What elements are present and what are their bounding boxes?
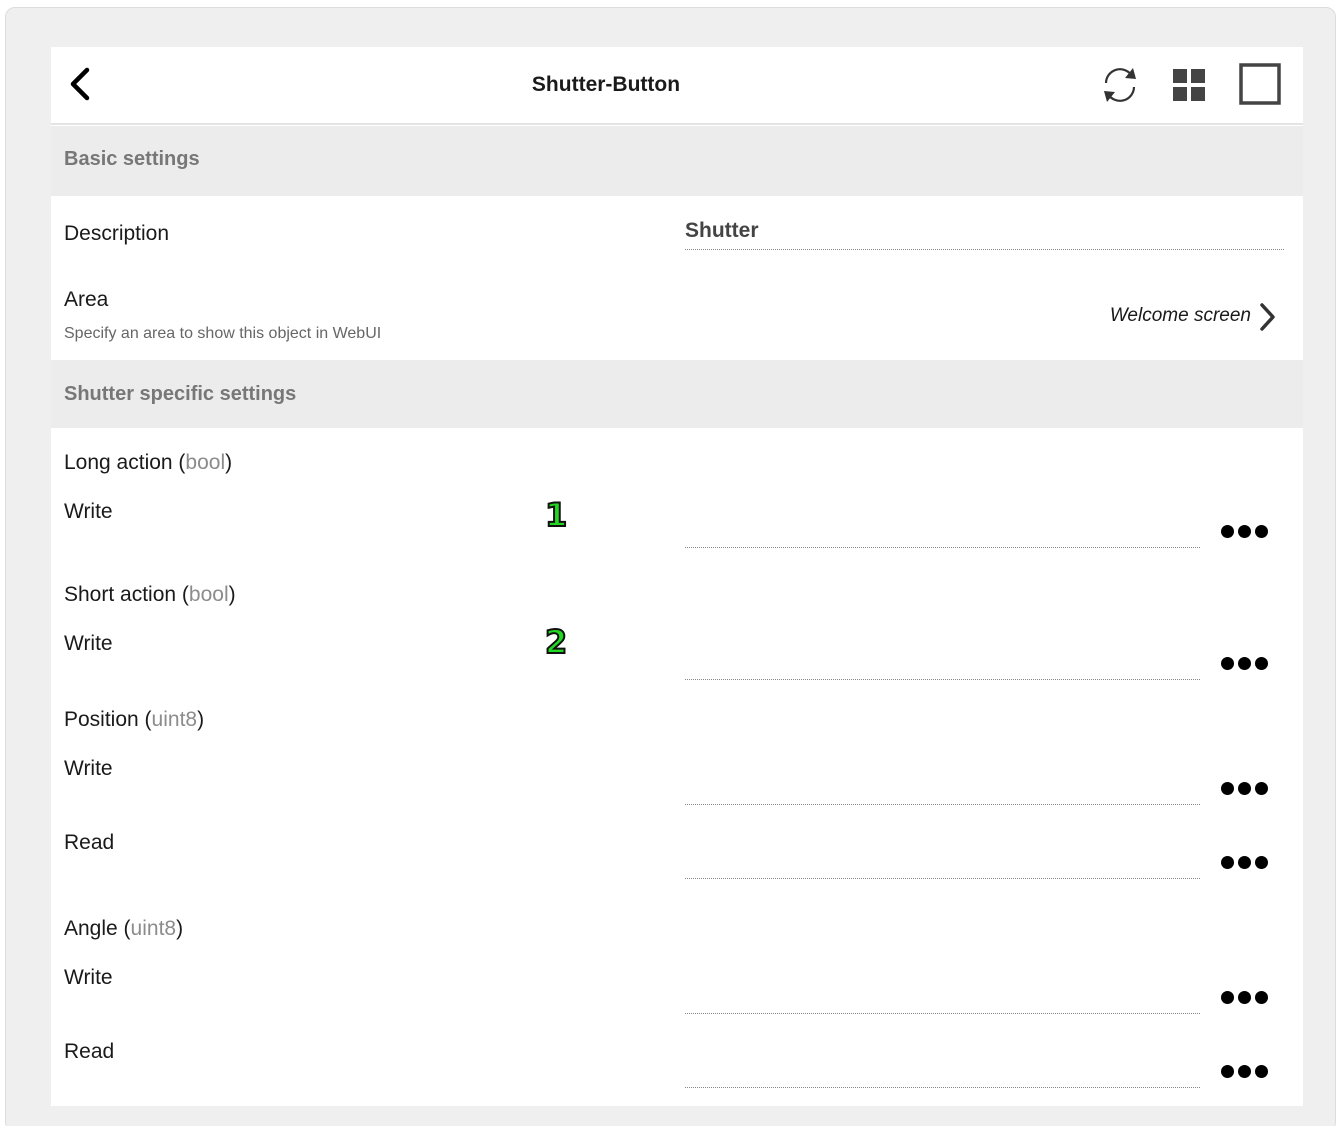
section-title: Shutter specific settings — [64, 383, 297, 405]
refresh-icon — [1104, 68, 1136, 102]
short-action-heading: Short action (bool) — [64, 583, 236, 606]
description-field[interactable]: Shutter — [685, 217, 1284, 250]
area-label: Area — [64, 288, 109, 311]
angle-write-more-button[interactable] — [1221, 987, 1271, 1007]
fullscreen-button[interactable] — [1239, 63, 1281, 105]
long-action-write-input[interactable] — [685, 524, 1200, 548]
angle-read-input[interactable] — [685, 1064, 1200, 1088]
position-name: Position — [64, 708, 139, 731]
long-action-write-more-button[interactable] — [1221, 521, 1271, 541]
section-title: Basic settings — [64, 148, 200, 170]
short-action-write-input[interactable] — [685, 656, 1200, 680]
position-read-more-button[interactable] — [1221, 852, 1271, 872]
fullscreen-icon — [1239, 63, 1281, 105]
short-action-name: Short action — [64, 583, 177, 606]
position-read-input[interactable] — [685, 855, 1200, 879]
position-read-label: Read — [64, 831, 115, 854]
refresh-button[interactable] — [1098, 63, 1142, 107]
angle-read-more-button[interactable] — [1221, 1061, 1271, 1081]
section-shutter-settings: Shutter specific settings — [51, 360, 1303, 428]
short-action-write-label: Write — [64, 632, 113, 655]
long-action-write-label: Write — [64, 500, 113, 523]
long-action-heading: Long action (bool) — [64, 451, 233, 474]
angle-write-input[interactable] — [685, 990, 1200, 1014]
angle-name: Angle — [64, 917, 118, 940]
annotation-marker-1: 1 — [544, 495, 568, 535]
angle-read-label: Read — [64, 1040, 115, 1063]
short-action-type: bool — [188, 583, 229, 606]
grid-icon — [1173, 69, 1205, 101]
annotation-marker-2: 2 — [544, 622, 568, 662]
long-action-name: Long action — [64, 451, 173, 474]
position-write-more-button[interactable] — [1221, 778, 1271, 798]
header-bar: Shutter-Button — [51, 47, 1303, 125]
area-value: Welcome screen — [1109, 305, 1251, 326]
settings-panel: Shutter-Button Basic settings Descriptio… — [51, 47, 1303, 1106]
area-selector[interactable]: Welcome screen — [951, 297, 1291, 337]
position-write-label: Write — [64, 757, 113, 780]
chevron-right-icon — [1260, 303, 1275, 331]
page-title: Shutter-Button — [531, 73, 681, 96]
angle-heading: Angle (uint8) — [64, 917, 184, 940]
position-write-input[interactable] — [685, 781, 1200, 805]
area-hint: Specify an area to show this object in W… — [64, 325, 382, 342]
long-action-type: bool — [185, 451, 226, 474]
window-frame: Shutter-Button Basic settings Descriptio… — [5, 7, 1336, 1126]
position-heading: Position (uint8) — [64, 708, 205, 731]
short-action-write-more-button[interactable] — [1221, 653, 1271, 673]
position-type: uint8 — [151, 708, 198, 731]
section-basic-settings: Basic settings — [51, 126, 1303, 196]
grid-view-button[interactable] — [1171, 67, 1207, 103]
description-label: Description — [64, 222, 170, 245]
angle-type: uint8 — [130, 917, 177, 940]
angle-write-label: Write — [64, 966, 113, 989]
